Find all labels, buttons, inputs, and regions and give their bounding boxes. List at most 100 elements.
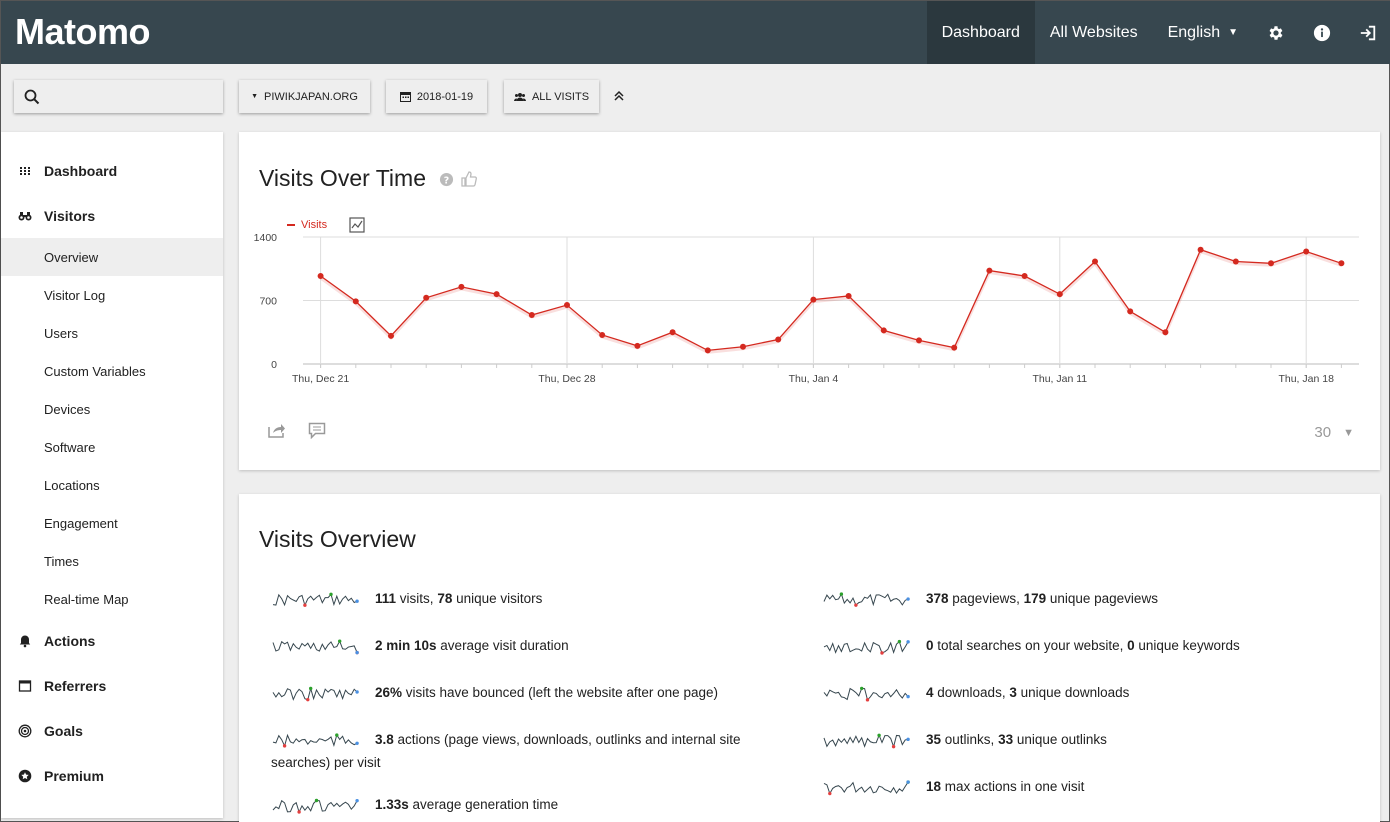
sidebar-item-label: Software <box>44 439 96 455</box>
bell-icon <box>19 635 31 648</box>
x-tick-label: Thu, Jan 4 <box>789 373 839 385</box>
overview-metric: 378 pageviews, 179 unique pageviews <box>822 587 1282 610</box>
x-tick-label: Thu, Jan 18 <box>1278 373 1334 385</box>
metric-text: unique keywords <box>1134 638 1240 653</box>
overview-metric: 26% visits have bounced (left the websit… <box>271 681 761 704</box>
caret-down-icon: ▼ <box>251 93 258 100</box>
data-point <box>1303 248 1310 255</box>
metric-value: 18 <box>926 779 942 794</box>
sidebar-item-label: Times <box>44 553 79 569</box>
metric-text: unique outlinks <box>1013 732 1107 747</box>
data-point <box>528 312 535 319</box>
sidebar-category-dashboard[interactable]: Dashboard <box>1 156 223 186</box>
overview-metric: 1.33s average generation time <box>271 793 761 816</box>
x-tick-label: Thu, Jan 11 <box>1032 373 1087 385</box>
site-selector-label: PIWIKJAPAN.ORG <box>264 90 358 103</box>
collapse-chevron-icon[interactable] <box>613 89 625 108</box>
overview-metric: 0 total searches on your website, 0 uniq… <box>822 634 1282 657</box>
star-circle-icon <box>18 769 32 783</box>
metric-value: 0 <box>926 638 934 653</box>
metric-value: 33 <box>998 732 1014 747</box>
data-point <box>388 332 394 339</box>
site-selector[interactable]: ▼ PIWIKJAPAN.ORG <box>239 80 370 113</box>
data-point <box>493 291 500 298</box>
limit-selector[interactable]: 30 ▼ <box>1314 424 1354 441</box>
info-icon[interactable] <box>1299 1 1345 64</box>
segment-selector-label: ALL VISITS <box>531 90 590 103</box>
metric-value: 378 <box>926 591 949 606</box>
export-icon[interactable] <box>268 422 286 438</box>
metric-value: 2 min 10s <box>375 638 437 653</box>
data-point <box>599 331 606 338</box>
language-selector[interactable]: English ▼ <box>1153 1 1253 64</box>
overview-metric: 4 downloads, 3 unique downloads <box>822 681 1282 704</box>
sidebar-category-label: Referrers <box>44 678 107 694</box>
sidebar-item-overview[interactable]: Overview <box>1 238 223 276</box>
metric-value: 26% <box>375 685 403 700</box>
top-nav: Dashboard All Websites English ▼ <box>926 1 1390 64</box>
data-point <box>1162 329 1169 336</box>
sidebar-item-visitor-log[interactable]: Visitor Log <box>1 276 223 314</box>
nav-all-websites[interactable]: All Websites <box>1035 1 1153 64</box>
data-point <box>880 327 887 334</box>
gear-icon[interactable] <box>1253 1 1299 64</box>
series-shadow <box>319 249 1342 354</box>
sidebar-item-times[interactable]: Times <box>1 542 223 580</box>
metric-value: 3.8 <box>375 732 394 747</box>
sidebar-item-users[interactable]: Users <box>1 314 223 352</box>
sidebar-item-label: Visitor Log <box>44 287 106 303</box>
target-icon <box>18 724 32 738</box>
data-point <box>1056 291 1063 298</box>
top-bar: Matomo Dashboard All Websites English ▼ <box>1 1 1390 64</box>
sidebar-item-real-time-map[interactable]: Real-time Map <box>1 580 223 618</box>
sidebar-item-engagement[interactable]: Engagement <box>1 504 223 542</box>
sidebar-item-software[interactable]: Software <box>1 428 223 466</box>
data-point <box>704 347 711 354</box>
metric-value: 0 <box>1127 638 1135 653</box>
search-input[interactable] <box>14 80 223 113</box>
sidebar-category-label: Premium <box>44 768 104 784</box>
sidebar-category-premium[interactable]: Premium <box>1 761 223 791</box>
annotation-icon[interactable] <box>308 422 326 439</box>
metric-text: visits, <box>396 591 438 606</box>
data-point <box>775 336 782 343</box>
visits-overview-card: Visits Overview 111 visits, 78 unique vi… <box>239 494 1380 822</box>
sidebar-item-label: Overview <box>44 249 99 265</box>
metric-value: 78 <box>437 591 453 606</box>
x-tick-label: Thu, Dec 28 <box>538 373 595 385</box>
data-point <box>810 296 817 303</box>
sidebar-item-label: Users <box>44 325 78 341</box>
data-point <box>845 292 852 299</box>
caret-down-icon: ▼ <box>1228 27 1238 38</box>
visits-line-chart[interactable]: 0 700 1400 Thu, Dec 21 Thu, Dec 28 Thu, Jan 4… <box>239 132 1380 392</box>
search-icon <box>24 89 40 104</box>
sign-out-icon[interactable] <box>1345 1 1390 64</box>
data-point <box>423 294 430 301</box>
sidebar-category-referrers[interactable]: Referrers <box>1 671 223 701</box>
sidebar-item-custom-variables[interactable]: Custom Variables <box>1 352 223 390</box>
sidebar-category-goals[interactable]: Goals <box>1 716 223 746</box>
overview-metric: 2 min 10s average visit duration <box>271 634 761 657</box>
overview-metric: 111 visits, 78 unique visitors <box>271 587 761 610</box>
metric-text: unique downloads <box>1016 685 1130 700</box>
sidebar-item-locations[interactable]: Locations <box>1 466 223 504</box>
sidebar-category-actions[interactable]: Actions <box>1 626 223 656</box>
calendar-icon <box>399 92 411 102</box>
metric-text: average visit duration <box>436 638 569 653</box>
metric-value: 111 <box>375 591 397 606</box>
metric-text: unique visitors <box>452 591 543 606</box>
date-selector[interactable]: 2018-01-19 <box>386 80 487 113</box>
binoculars-icon <box>18 212 32 221</box>
metric-value: 4 <box>926 685 934 700</box>
nav-dashboard[interactable]: Dashboard <box>926 1 1035 64</box>
sidebar-item-label: Locations <box>44 477 100 493</box>
sidebar-category-visitors[interactable]: Visitors <box>1 201 223 231</box>
sidebar-item-devices[interactable]: Devices <box>1 390 223 428</box>
overview-metric: 18 max actions in one visit <box>822 775 1282 798</box>
segment-selector[interactable]: ALL VISITS <box>504 80 599 113</box>
metric-value: 1.33s <box>375 797 409 812</box>
sidebar-item-label: Real-time Map <box>44 591 129 607</box>
data-point <box>317 273 324 280</box>
logo[interactable]: Matomo <box>15 11 151 53</box>
data-point <box>352 298 359 305</box>
